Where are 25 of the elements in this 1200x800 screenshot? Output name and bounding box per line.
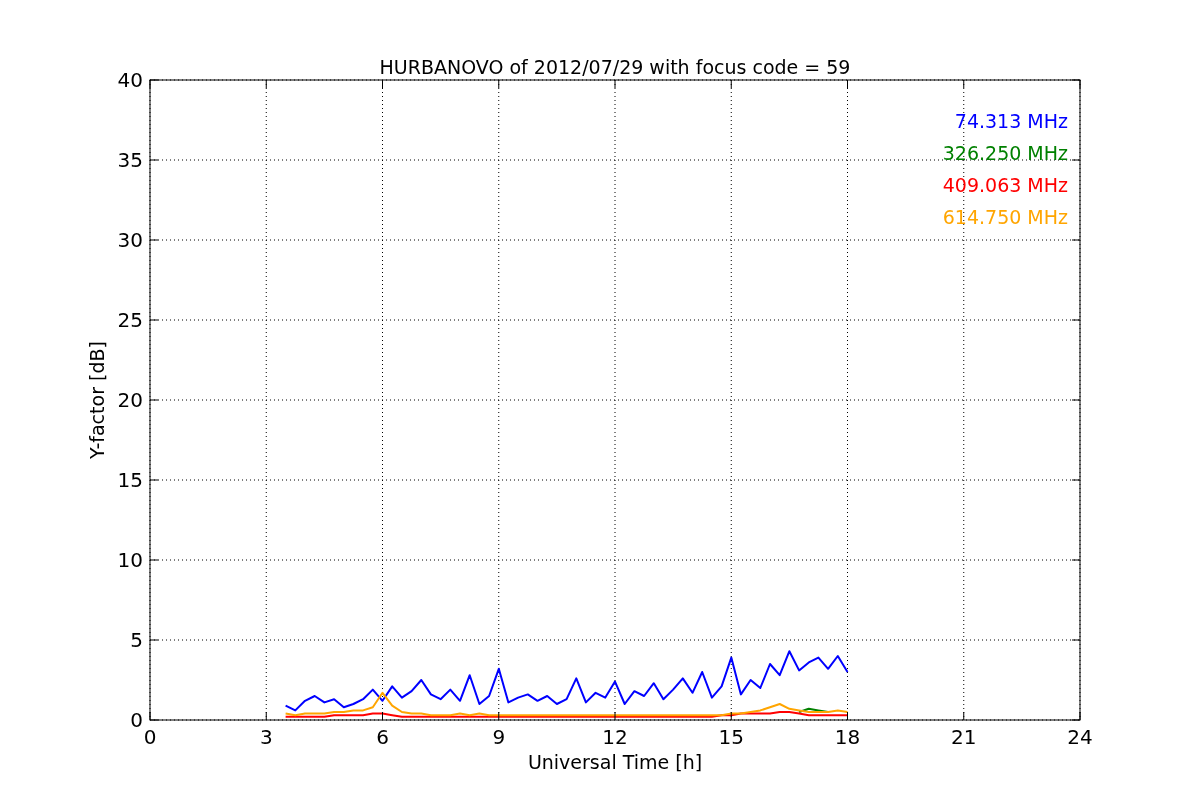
x-tick-label: 24 <box>1067 725 1093 749</box>
legend-label: 74.313 MHz <box>954 110 1068 132</box>
legend-label: 409.063 MHz <box>942 174 1068 196</box>
x-tick-label: 0 <box>143 725 157 749</box>
x-tick-label: 15 <box>718 725 744 749</box>
y-tick-label: 10 <box>117 548 143 572</box>
y-tick-label: 30 <box>117 228 143 252</box>
legend-label: 326.250 MHz <box>942 142 1068 164</box>
legend-label: 614.750 MHz <box>942 206 1068 228</box>
x-tick-label: 18 <box>834 725 861 749</box>
y-tick-label: 5 <box>130 628 143 652</box>
y-tick-label: 40 <box>117 68 143 92</box>
x-tick-label: 9 <box>492 725 506 749</box>
x-axis-label: Universal Time [h] <box>527 751 703 773</box>
y-tick-label: 20 <box>117 388 143 412</box>
y-tick-label: 25 <box>117 308 143 332</box>
x-tick-label: 12 <box>602 725 628 749</box>
y-tick-label: 35 <box>117 148 143 172</box>
y-tick-label: 15 <box>117 468 143 492</box>
x-tick-label: 21 <box>951 725 977 749</box>
chart-title: HURBANOVO of 2012/07/29 with focus code = 59 <box>379 56 851 78</box>
y-tick-label: 0 <box>130 708 143 732</box>
x-tick-label: 6 <box>376 725 389 749</box>
x-tick-label: 3 <box>259 725 273 749</box>
y-axis-label: Y-factor [dB] <box>86 341 108 459</box>
